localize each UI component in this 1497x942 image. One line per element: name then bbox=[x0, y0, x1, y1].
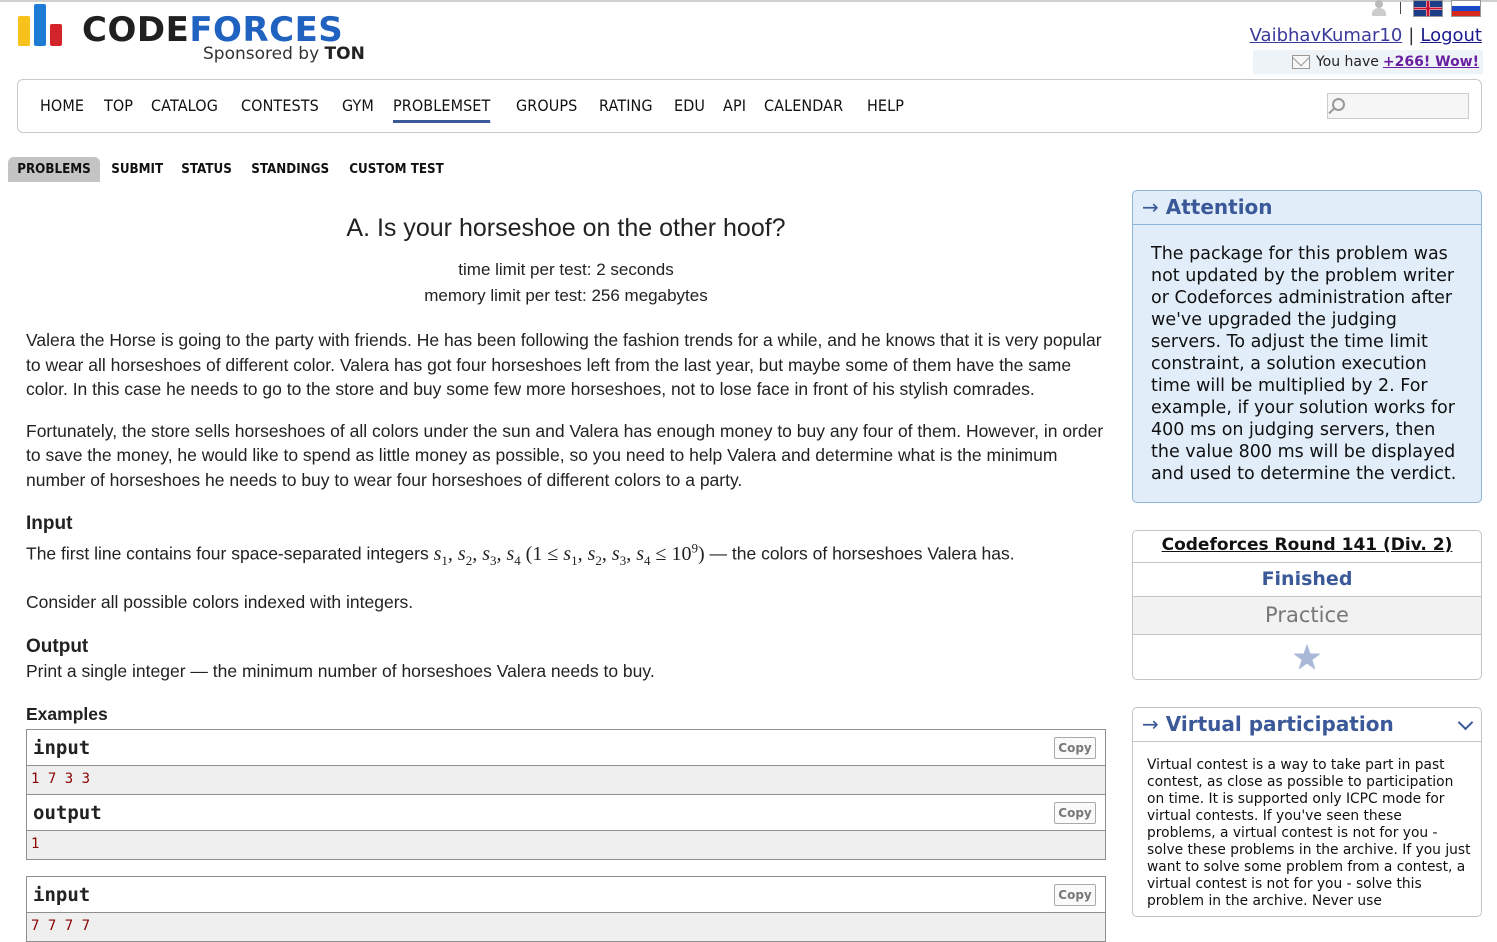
menu-top[interactable]: TOP bbox=[104, 96, 133, 119]
contest-round-box: Codeforces Round 141 (Div. 2) Finished P… bbox=[1132, 530, 1482, 680]
copy-input-button[interactable]: Copy bbox=[1054, 884, 1096, 907]
english-flag-icon[interactable] bbox=[1413, 0, 1443, 17]
round-status: Finished bbox=[1133, 563, 1481, 597]
codeforces-logo[interactable]: CODEFORCES Sponsored by TON bbox=[16, 4, 376, 70]
sample-test-1: input Copy 1 7 3 3 output Copy 1 bbox=[26, 729, 1106, 861]
problemset-submenu: PROBLEMS SUBMIT STATUS STANDINGS CUSTOM … bbox=[8, 157, 457, 182]
logo-bars-icon bbox=[18, 4, 70, 46]
person-icon[interactable] bbox=[1370, 0, 1388, 16]
virtual-title[interactable]: → Virtual participation bbox=[1142, 712, 1394, 736]
sample-input-value[interactable]: 1 7 3 3 bbox=[27, 766, 1105, 796]
legend-paragraph-2: Fortunately, the store sells horseshoes … bbox=[26, 420, 1104, 490]
user-links: VaibhavKumar10 | Logout bbox=[1249, 25, 1482, 46]
envelope-icon bbox=[1291, 55, 1310, 69]
output-spec: Print a single integer — the minimum num… bbox=[26, 660, 655, 681]
chevron-down-icon[interactable] bbox=[1457, 714, 1474, 731]
tab-status[interactable]: STATUS bbox=[172, 157, 241, 182]
examples-title: Examples bbox=[26, 704, 108, 725]
language-bar bbox=[1370, 0, 1481, 18]
mail-notification: You have +266! Wow! bbox=[1253, 50, 1483, 74]
copy-input-button[interactable]: Copy bbox=[1054, 737, 1096, 760]
menu-catalog[interactable]: CATALOG bbox=[151, 96, 218, 119]
search-icon bbox=[1332, 98, 1345, 111]
tab-submit[interactable]: SUBMIT bbox=[102, 157, 172, 182]
menu-home[interactable]: HOME bbox=[40, 96, 84, 119]
input-spec: The first line contains four space-separ… bbox=[26, 540, 1015, 568]
separator bbox=[1400, 2, 1401, 14]
output-title: Output bbox=[26, 635, 89, 657]
sponsor-text: Sponsored by TON bbox=[203, 44, 365, 64]
attention-text: The package for this problem was not upd… bbox=[1151, 244, 1457, 484]
attention-title: → Attention bbox=[1142, 195, 1273, 219]
input-note: Consider all possible colors indexed wit… bbox=[26, 592, 414, 613]
star-icon[interactable]: ★ bbox=[1292, 641, 1322, 675]
sample-input-label: input bbox=[33, 884, 91, 907]
input-title: Input bbox=[26, 513, 73, 534]
search-input[interactable] bbox=[1327, 93, 1469, 119]
tab-problems[interactable]: PROBLEMS bbox=[8, 157, 100, 182]
round-title-link[interactable]: Codeforces Round 141 (Div. 2) bbox=[1133, 531, 1481, 563]
legend-paragraph-1: Valera the Horse is going to the party w… bbox=[26, 330, 1102, 399]
russian-flag-icon[interactable] bbox=[1451, 0, 1481, 17]
tab-custom-test[interactable]: CUSTOM TEST bbox=[340, 157, 453, 182]
menu-help[interactable]: HELP bbox=[867, 96, 904, 119]
virtual-text: Virtual contest is a way to take part in… bbox=[1147, 757, 1471, 909]
copy-output-button[interactable]: Copy bbox=[1054, 802, 1096, 825]
menu-api[interactable]: API bbox=[723, 96, 746, 119]
arrow-right-icon: → bbox=[1142, 712, 1159, 736]
menu-groups[interactable]: GROUPS bbox=[516, 96, 577, 119]
memory-limit: memory limit per test: 256 megabytes bbox=[424, 286, 708, 305]
sample-test-2: input Copy 7 7 7 7 bbox=[26, 876, 1106, 942]
arrow-right-icon: → bbox=[1142, 195, 1159, 219]
menu-edu[interactable]: EDU bbox=[674, 96, 705, 119]
sample-input-label: input bbox=[33, 737, 91, 760]
problem-title: A. Is your horseshoe on the other hoof? bbox=[346, 214, 786, 242]
menu-gym[interactable]: GYM bbox=[342, 96, 374, 119]
menu-problemset[interactable]: PROBLEMSET bbox=[392, 96, 491, 123]
attention-box: → Attention The package for this problem… bbox=[1132, 190, 1482, 503]
round-practice: Practice bbox=[1133, 597, 1481, 635]
sample-input-value[interactable]: 7 7 7 7 bbox=[27, 913, 1105, 942]
virtual-participation-box: → Virtual participation Virtual contest … bbox=[1132, 707, 1482, 917]
menu-rating[interactable]: RATING bbox=[599, 96, 653, 119]
time-limit: time limit per test: 2 seconds bbox=[458, 260, 674, 279]
username-link[interactable]: VaibhavKumar10 bbox=[1250, 25, 1403, 46]
main-menu: HOME TOP CATALOG CONTESTS GYM PROBLEMSET… bbox=[17, 79, 1482, 133]
top-border bbox=[0, 0, 1497, 2]
sample-output-value[interactable]: 1 bbox=[27, 831, 1105, 860]
messages-link[interactable]: +266! Wow! bbox=[1383, 54, 1479, 70]
menu-calendar[interactable]: CALENDAR bbox=[764, 96, 843, 119]
logout-link[interactable]: Logout bbox=[1420, 25, 1482, 46]
sample-output-label: output bbox=[33, 802, 102, 825]
tab-standings[interactable]: STANDINGS bbox=[242, 157, 338, 182]
problem-statement: A. Is your horseshoe on the other hoof? … bbox=[26, 200, 1106, 942]
menu-contests[interactable]: CONTESTS bbox=[241, 96, 319, 119]
